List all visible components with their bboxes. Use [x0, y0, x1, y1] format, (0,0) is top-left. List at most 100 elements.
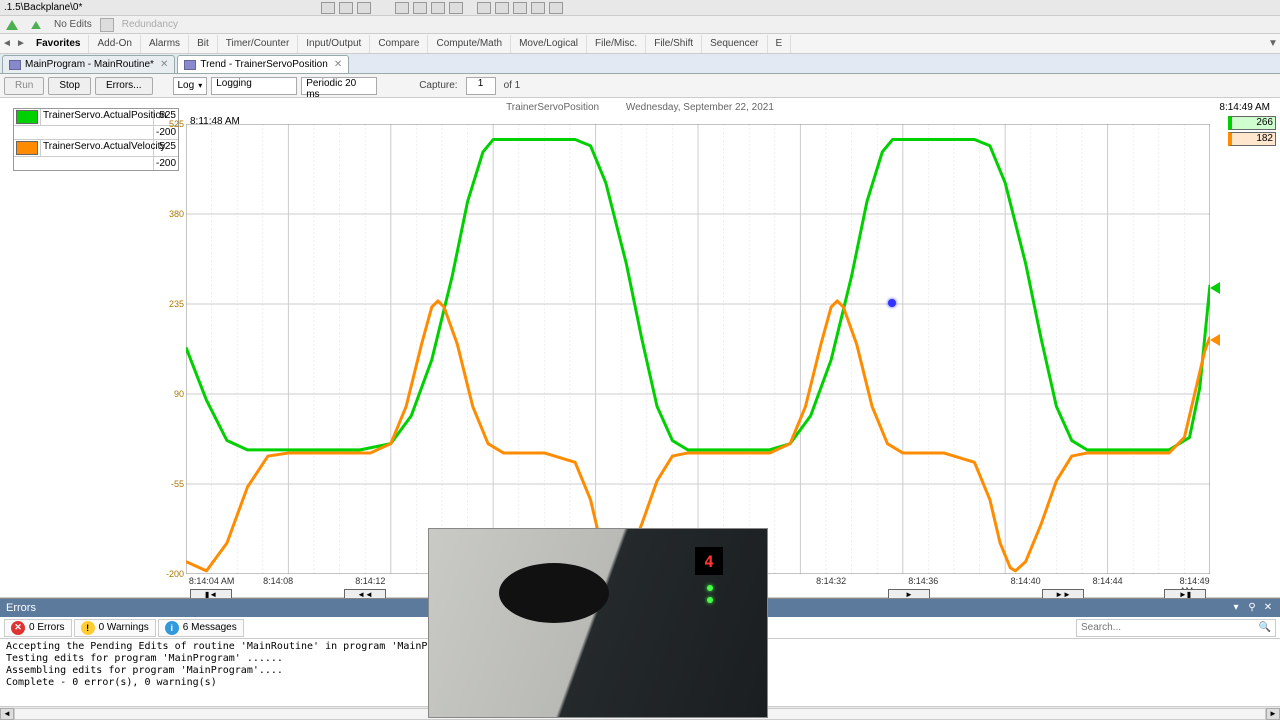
- toolbar-icon[interactable]: [531, 2, 545, 14]
- capture-total: of 1: [500, 80, 525, 91]
- toolbar-icon[interactable]: [495, 2, 509, 14]
- camera-overlay: 4: [428, 528, 768, 718]
- title-bar: .1.5\Backplane\0*: [0, 0, 1280, 16]
- func-tab-sequencer[interactable]: Sequencer: [702, 35, 767, 53]
- info-icon: i: [165, 621, 179, 635]
- warning-icon: !: [81, 621, 95, 635]
- tabs-right-arrow[interactable]: ►: [14, 38, 28, 49]
- chart-date: Wednesday, September 22, 2021: [626, 102, 774, 113]
- current-value: 182: [1228, 132, 1276, 146]
- func-tab-favorites[interactable]: Favorites: [28, 35, 89, 53]
- func-tab-bit[interactable]: Bit: [189, 35, 218, 53]
- search-icon[interactable]: 🔍: [1259, 622, 1271, 633]
- x-tick-label: 8:14:08: [263, 576, 293, 586]
- func-tab-compare[interactable]: Compare: [370, 35, 428, 53]
- x-tick-label: 8:14:04 AM: [189, 576, 235, 586]
- nav-last-icon[interactable]: [449, 2, 463, 14]
- status-led-icon: [707, 585, 713, 591]
- func-tab-timercounter[interactable]: Timer/Counter: [218, 35, 299, 53]
- current-value: 266: [1228, 116, 1276, 130]
- func-tab-alarms[interactable]: Alarms: [141, 35, 189, 53]
- pen-legend[interactable]: TrainerServo.ActualPosition525-200Traine…: [13, 108, 179, 171]
- chart-cursor-icon[interactable]: [888, 299, 896, 307]
- toolbar-icon[interactable]: [549, 2, 563, 14]
- y-tick-label: 90: [160, 389, 184, 399]
- status-led-icon: [707, 597, 713, 603]
- tabs-left-arrow[interactable]: ◄: [0, 38, 14, 49]
- x-tick-label: 8:14:40: [1011, 576, 1041, 586]
- chart-header: TrainerServoPosition Wednesday, Septembe…: [0, 102, 1280, 113]
- period-field[interactable]: Periodic 20 ms: [301, 77, 377, 95]
- func-tab-filemisc[interactable]: File/Misc.: [587, 35, 646, 53]
- doc-tab[interactable]: Trend - TrainerServoPosition ✕: [177, 55, 349, 73]
- edits-bar: No Edits Redundancy: [0, 16, 1280, 34]
- nav-next-icon[interactable]: [431, 2, 445, 14]
- logging-field[interactable]: Logging: [211, 77, 297, 95]
- play-icon[interactable]: [3, 18, 21, 32]
- marker-green-icon: [1210, 282, 1220, 294]
- func-tab-inputoutput[interactable]: Input/Output: [298, 35, 370, 53]
- y-tick-label: 235: [160, 299, 184, 309]
- play-icon[interactable]: [29, 19, 43, 30]
- marker-orange-icon: [1210, 334, 1220, 346]
- toolbar-icon[interactable]: [357, 2, 371, 14]
- func-tab-movelogical[interactable]: Move/Logical: [511, 35, 587, 53]
- tab-label: MainProgram - MainRoutine*: [25, 59, 154, 70]
- errors-chip[interactable]: ✕0 Errors: [4, 619, 72, 637]
- log-dropdown[interactable]: Log▾: [173, 77, 208, 95]
- pen-name[interactable]: TrainerServo.ActualVelocity: [40, 140, 154, 156]
- y-tick-label: -55: [160, 479, 184, 489]
- messages-chip[interactable]: i6 Messages: [158, 619, 244, 637]
- no-edits-label: No Edits: [48, 19, 98, 30]
- x-tick-label: 8:14:12: [355, 576, 385, 586]
- capture-input[interactable]: 1: [466, 77, 496, 95]
- tab-icon: [9, 60, 21, 70]
- capture-label: Capture:: [415, 80, 461, 91]
- x-tick-label: 8:14:32: [816, 576, 846, 586]
- y-tick-label: 525: [160, 119, 184, 129]
- chart-title: TrainerServoPosition: [506, 102, 599, 113]
- toolbar-icon[interactable]: [321, 2, 335, 14]
- close-icon[interactable]: ✕: [160, 59, 168, 70]
- close-icon[interactable]: ✕: [1262, 602, 1274, 614]
- func-tab-e[interactable]: E: [768, 35, 792, 53]
- doc-tab[interactable]: MainProgram - MainRoutine* ✕: [2, 55, 175, 73]
- toolbar-icon[interactable]: [339, 2, 353, 14]
- func-tab-addon[interactable]: Add-On: [89, 35, 140, 53]
- scroll-left-button[interactable]: ◄: [0, 708, 14, 720]
- scroll-right-button[interactable]: ►: [1266, 708, 1280, 720]
- document-tabs: MainProgram - MainRoutine*✕Trend - Train…: [0, 54, 1280, 74]
- run-button[interactable]: Run: [4, 77, 44, 95]
- func-tab-computemath[interactable]: Compute/Math: [428, 35, 511, 53]
- led-display: 4: [695, 547, 723, 575]
- current-value-boxes: 266182: [1228, 116, 1276, 148]
- close-icon[interactable]: ✕: [334, 59, 342, 70]
- edit-icon[interactable]: [100, 18, 114, 32]
- chart-plot[interactable]: [186, 124, 1210, 574]
- search-input[interactable]: [1081, 622, 1255, 633]
- y-tick-label: 380: [160, 209, 184, 219]
- dropdown-icon[interactable]: ▾: [1230, 602, 1242, 614]
- tabs-expand-icon[interactable]: ▼: [1266, 38, 1280, 49]
- y-tick-label: -200: [160, 569, 184, 579]
- nav-first-icon[interactable]: [395, 2, 409, 14]
- pin-icon[interactable]: ⚲: [1246, 602, 1258, 614]
- x-tick-label: 8:14:36: [908, 576, 938, 586]
- trend-toolbar: Run Stop Errors... Log▾ Logging Periodic…: [0, 74, 1280, 98]
- pen-swatch[interactable]: [16, 141, 38, 155]
- warnings-chip[interactable]: !0 Warnings: [74, 619, 156, 637]
- toolbar-icon[interactable]: [477, 2, 491, 14]
- instruction-tabs: ◄ ► FavoritesAdd-OnAlarmsBitTimer/Counte…: [0, 34, 1280, 54]
- path-label: .1.5\Backplane\0*: [4, 2, 82, 13]
- func-tab-fileshift[interactable]: File/Shift: [646, 35, 702, 53]
- tab-icon: [184, 60, 196, 70]
- stop-button[interactable]: Stop: [48, 77, 91, 95]
- chart-time-end: 8:14:49 AM: [1219, 102, 1270, 113]
- redundancy-label: Redundancy: [116, 19, 184, 30]
- nav-prev-icon[interactable]: [413, 2, 427, 14]
- toolbar-icon[interactable]: [513, 2, 527, 14]
- tab-label: Trend - TrainerServoPosition: [200, 59, 327, 70]
- errors-button[interactable]: Errors...: [95, 77, 153, 95]
- x-tick-label: 8:14:44: [1093, 576, 1123, 586]
- search-box[interactable]: 🔍: [1076, 619, 1276, 637]
